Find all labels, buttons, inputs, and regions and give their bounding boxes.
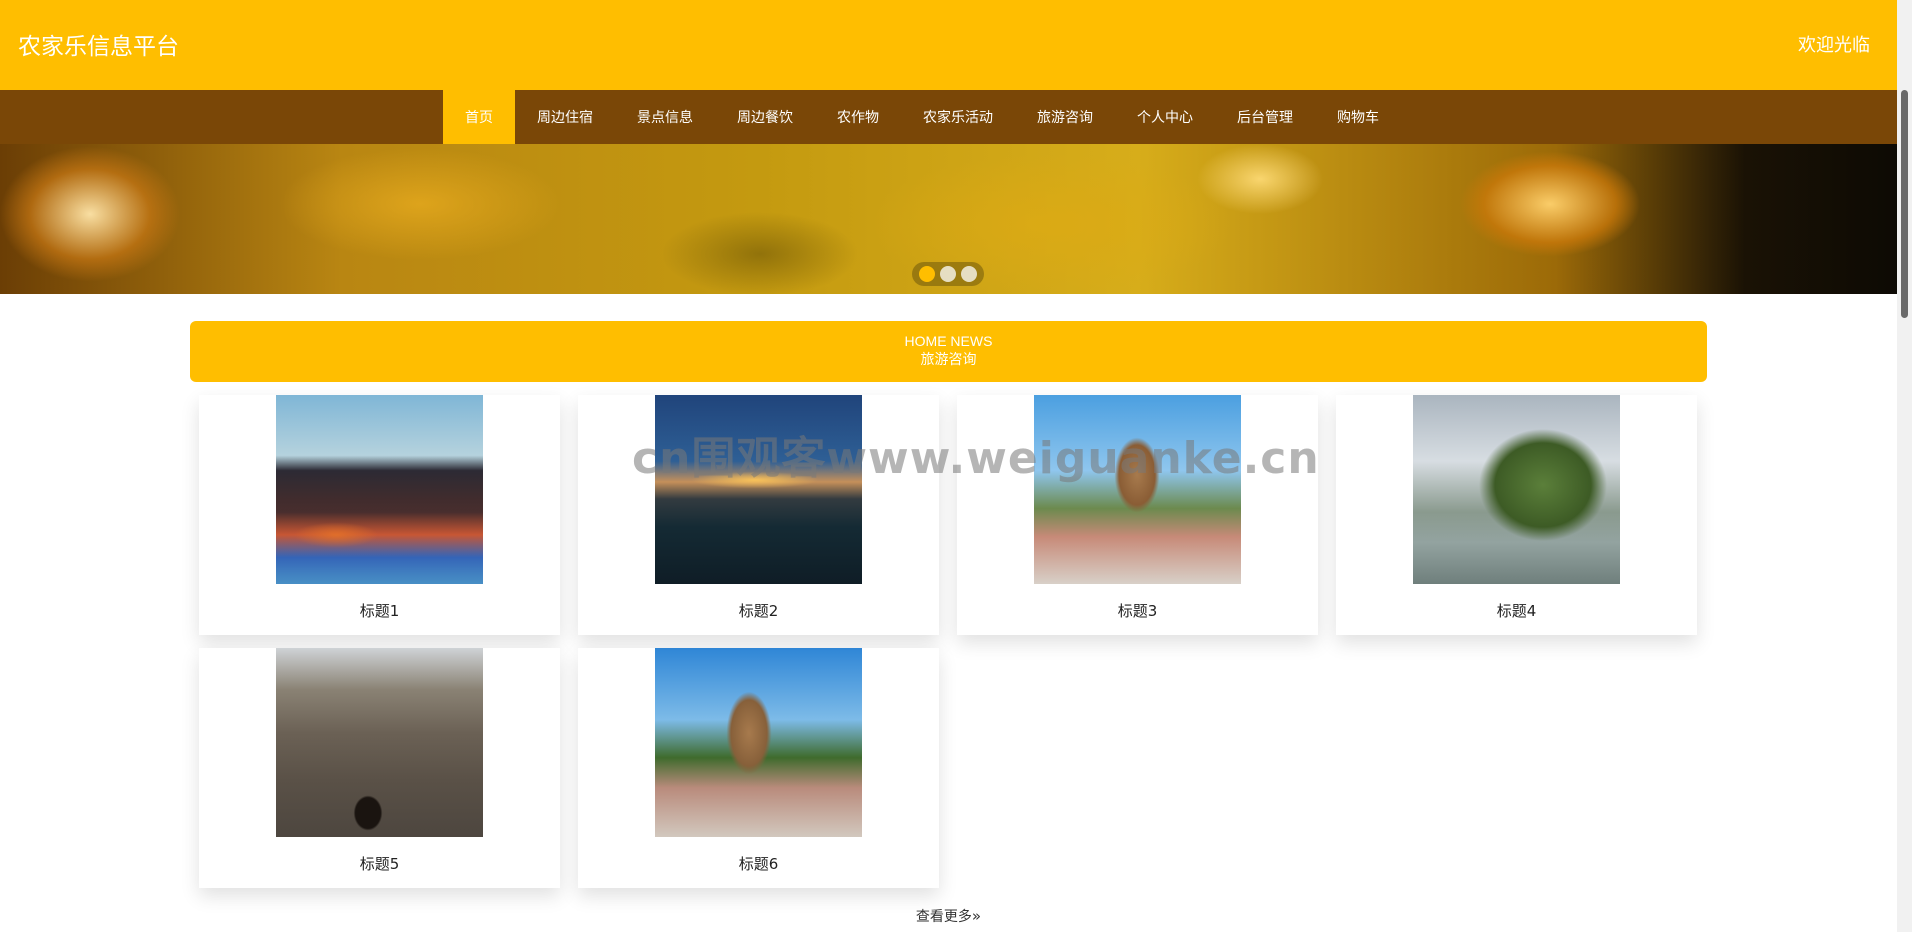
- carousel-dot-2[interactable]: [940, 266, 956, 282]
- banner-carousel[interactable]: [0, 144, 1897, 294]
- news-card-title[interactable]: 标题2: [578, 600, 939, 621]
- nav-item-travel-news[interactable]: 旅游咨询: [1015, 90, 1115, 144]
- news-card-image[interactable]: [1413, 395, 1620, 584]
- news-card-title[interactable]: 标题4: [1336, 600, 1697, 621]
- news-card[interactable]: 标题4: [1336, 395, 1697, 635]
- news-card[interactable]: 标题6: [578, 648, 939, 888]
- carousel-dots: [912, 262, 984, 286]
- nav-bar: 首页 周边住宿 景点信息 周边餐饮 农作物 农家乐活动 旅游咨询 个人中心 后台…: [0, 90, 1897, 144]
- news-card-title[interactable]: 标题3: [957, 600, 1318, 621]
- nav-item-admin[interactable]: 后台管理: [1215, 90, 1315, 144]
- news-card-image[interactable]: [655, 648, 862, 837]
- nav-item-home[interactable]: 首页: [443, 90, 515, 144]
- welcome-text: 欢迎光临: [1798, 35, 1870, 56]
- news-card[interactable]: 标题1: [199, 395, 560, 635]
- section-title-cn: 旅游咨询: [920, 352, 977, 368]
- news-card[interactable]: 标题5: [199, 648, 560, 888]
- watermark: cn围观客www.weiguanke.cn: [632, 433, 1320, 484]
- nav-item-dining[interactable]: 周边餐饮: [715, 90, 815, 144]
- news-card-image[interactable]: [276, 395, 483, 584]
- view-more-link[interactable]: 查看更多»: [0, 906, 1897, 926]
- view-more-label: 查看更多: [915, 909, 972, 925]
- carousel-dot-1[interactable]: [919, 266, 935, 282]
- nav-item-activities[interactable]: 农家乐活动: [901, 90, 1015, 144]
- news-card-title[interactable]: 标题6: [578, 853, 939, 874]
- news-card-image[interactable]: [276, 648, 483, 837]
- section-title-en: HOME NEWS: [904, 333, 993, 349]
- nav-item-profile[interactable]: 个人中心: [1115, 90, 1215, 144]
- news-card-title[interactable]: 标题1: [199, 600, 560, 621]
- site-title[interactable]: 农家乐信息平台: [18, 27, 179, 61]
- top-header: 农家乐信息平台 欢迎光临: [0, 0, 1897, 90]
- nav-item-cart[interactable]: 购物车: [1315, 90, 1401, 144]
- page: 农家乐信息平台 欢迎光临 首页 周边住宿 景点信息 周边餐饮 农作物 农家乐活动…: [0, 0, 1912, 932]
- nav-item-lodging[interactable]: 周边住宿: [515, 90, 615, 144]
- nav-item-attractions[interactable]: 景点信息: [615, 90, 715, 144]
- double-chevron-right-icon: »: [971, 907, 982, 925]
- nav-list: 首页 周边住宿 景点信息 周边餐饮 农作物 农家乐活动 旅游咨询 个人中心 后台…: [443, 90, 1401, 144]
- nav-item-crops[interactable]: 农作物: [815, 90, 901, 144]
- scrollbar-thumb[interactable]: [1901, 90, 1908, 318]
- vertical-scrollbar[interactable]: [1897, 0, 1912, 932]
- news-card-title[interactable]: 标题5: [199, 853, 560, 874]
- carousel-dot-3[interactable]: [961, 266, 977, 282]
- section-header: HOME NEWS 旅游咨询: [190, 321, 1707, 382]
